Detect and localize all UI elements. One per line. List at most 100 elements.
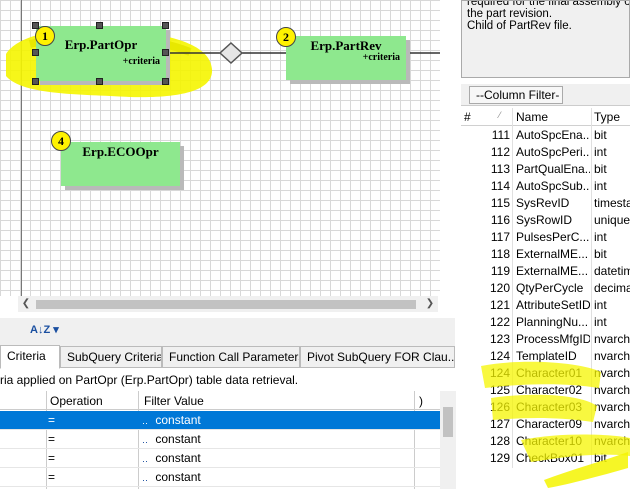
- cell-name: AutoSpcEna...: [516, 128, 590, 142]
- cell-name: PartQualEna...: [516, 162, 590, 176]
- criteria-row[interactable]: = ‥ constant: [0, 449, 440, 468]
- column-grid[interactable]: # ⁄ Name Type 111 AutoSpcEna... bit 112 Auto…: [461, 108, 630, 468]
- operation-cell[interactable]: =: [48, 430, 55, 449]
- cell-type: int: [594, 298, 607, 312]
- grid-row[interactable]: 117 PulsesPerC... int: [461, 229, 630, 246]
- criteria-row[interactable]: = ‥ constant: [0, 430, 440, 449]
- criteria-row[interactable]: = ‥ constant: [0, 411, 440, 430]
- cell-name: PulsesPerC...: [516, 230, 590, 244]
- cell-name: SysRevID: [516, 196, 570, 210]
- tab-subquery-criteria[interactable]: SubQuery Criteria: [60, 346, 162, 368]
- cell-type: int: [594, 315, 607, 329]
- grid-row[interactable]: 119 ExternalME... datetim: [461, 263, 630, 280]
- constant-icon: ‥: [142, 416, 149, 426]
- resize-handle[interactable]: [32, 78, 39, 85]
- resize-handle[interactable]: [162, 49, 169, 56]
- cell-num: 123: [489, 332, 510, 346]
- scroll-thumb[interactable]: [443, 407, 453, 437]
- grid-row[interactable]: 122 PlanningNu... int: [461, 314, 630, 331]
- entity-name: Erp.ECOOpr: [82, 144, 159, 159]
- header-paren[interactable]: ): [419, 394, 423, 408]
- cell-num: 116: [490, 213, 510, 227]
- resize-handle[interactable]: [162, 78, 169, 85]
- cell-type: bit: [594, 247, 607, 261]
- resize-handle[interactable]: [96, 22, 103, 29]
- filter-value-cell[interactable]: ‥ constant: [142, 468, 201, 488]
- resize-handle[interactable]: [162, 22, 169, 29]
- header-operation[interactable]: Operation: [50, 394, 103, 408]
- operation-cell[interactable]: =: [48, 449, 55, 468]
- resize-handle[interactable]: [32, 49, 39, 56]
- criteria-tabs: Criteria SubQuery Criteria Function Call…: [0, 344, 455, 369]
- cell-name: QtyPerCycle: [516, 281, 584, 295]
- cell-type: unique: [594, 213, 630, 227]
- grid-row[interactable]: 118 ExternalME... bit: [461, 246, 630, 263]
- header-name[interactable]: Name: [516, 110, 548, 124]
- operation-cell[interactable]: =: [48, 411, 55, 430]
- cell-type: datetim: [594, 264, 630, 278]
- sort-az-icon[interactable]: A↓Z ▾: [30, 323, 59, 336]
- filter-value-text: constant: [155, 413, 201, 427]
- cell-name: ProcessMfgID: [516, 332, 590, 346]
- grid-row[interactable]: 123 ProcessMfgID nvarch: [461, 331, 630, 348]
- criteria-description: ria applied on PartOpr (Erp.PartOpr) tab…: [0, 370, 455, 390]
- cell-type: nvarch: [594, 332, 630, 346]
- header-num[interactable]: #: [464, 110, 471, 124]
- cell-num: 111: [491, 128, 510, 142]
- criteria-link[interactable]: +criteria: [123, 56, 160, 67]
- canvas-horizontal-scrollbar[interactable]: ❮ ❯: [18, 296, 438, 312]
- cell-num: 112: [490, 145, 510, 159]
- grid-row[interactable]: 113 PartQualEna... bit: [461, 161, 630, 178]
- cell-name: ExternalME...: [516, 264, 589, 278]
- scroll-left-icon[interactable]: ❮: [18, 296, 34, 312]
- grid-header: # ⁄ Name Type: [461, 108, 630, 126]
- scroll-right-icon[interactable]: ❯: [422, 296, 438, 312]
- filter-value-cell[interactable]: ‥ constant: [142, 430, 201, 450]
- operation-cell[interactable]: =: [48, 468, 55, 487]
- entity-name: Erp.PartOpr: [64, 37, 138, 52]
- entity-ecoopr[interactable]: Erp.ECOOpr: [61, 142, 180, 186]
- grid-row[interactable]: 116 SysRowID unique: [461, 212, 630, 229]
- tab-function-call-parameters[interactable]: Function Call Parameters: [162, 346, 300, 368]
- cell-type: timesta: [594, 196, 630, 210]
- scroll-thumb[interactable]: [36, 300, 416, 309]
- grid-row[interactable]: 111 AutoSpcEna... bit: [461, 127, 630, 144]
- resize-handle[interactable]: [32, 22, 39, 29]
- grid-row[interactable]: 114 AutoSpcSub... int: [461, 178, 630, 195]
- filter-value-cell[interactable]: ‥ constant: [142, 411, 201, 431]
- cell-num: 117: [490, 230, 510, 244]
- constant-icon: ‥: [142, 473, 149, 483]
- grid-row[interactable]: 115 SysRevID timesta: [461, 195, 630, 212]
- table-description-box: required for the final assembly of the p…: [461, 0, 630, 78]
- criteria-link[interactable]: +criteria: [363, 52, 400, 63]
- entity-badge: 4: [51, 131, 71, 151]
- resize-handle[interactable]: [96, 78, 103, 85]
- cell-num: 113: [490, 162, 510, 176]
- grid-row[interactable]: 112 AutoSpcPeri... int: [461, 144, 630, 161]
- cell-num: 119: [490, 264, 510, 278]
- query-diagram-canvas[interactable]: Erp.PartOpr +criteria 1 Erp.PartRev +cri…: [0, 0, 440, 296]
- tab-pivot-subquery[interactable]: Pivot SubQuery FOR Clau...: [300, 346, 455, 368]
- constant-icon: ‥: [142, 454, 149, 464]
- grid-row[interactable]: 120 QtyPerCycle decima: [461, 280, 630, 297]
- entity-partrev[interactable]: Erp.PartRev +criteria: [286, 36, 406, 80]
- description-line: Child of PartRev file.: [467, 20, 572, 32]
- constant-icon: ‥: [142, 435, 149, 445]
- grid-row[interactable]: 121 AttributeSetID int: [461, 297, 630, 314]
- criteria-vertical-scrollbar[interactable]: [440, 391, 456, 489]
- cell-type: decima: [594, 281, 630, 295]
- column-filter-input[interactable]: --Column Filter--: [469, 86, 563, 118]
- filter-value-cell[interactable]: ‥ constant: [142, 449, 201, 469]
- entity-partopr[interactable]: Erp.PartOpr +criteria: [36, 26, 166, 81]
- tab-criteria[interactable]: Criteria: [0, 345, 60, 369]
- cell-name: AttributeSetID: [516, 298, 590, 312]
- cell-type: bit: [594, 128, 607, 142]
- cell-num: 114: [490, 179, 510, 193]
- criteria-row[interactable]: = ‥ constant: [0, 468, 440, 487]
- cell-name: PlanningNu...: [516, 315, 589, 329]
- header-filter-value[interactable]: Filter Value: [144, 394, 204, 408]
- filter-value-text: constant: [155, 470, 201, 484]
- header-type[interactable]: Type: [594, 110, 620, 124]
- filter-value-text: constant: [155, 451, 201, 465]
- criteria-table[interactable]: Operation Filter Value ) = ‥ constant = ‥ c…: [0, 391, 440, 489]
